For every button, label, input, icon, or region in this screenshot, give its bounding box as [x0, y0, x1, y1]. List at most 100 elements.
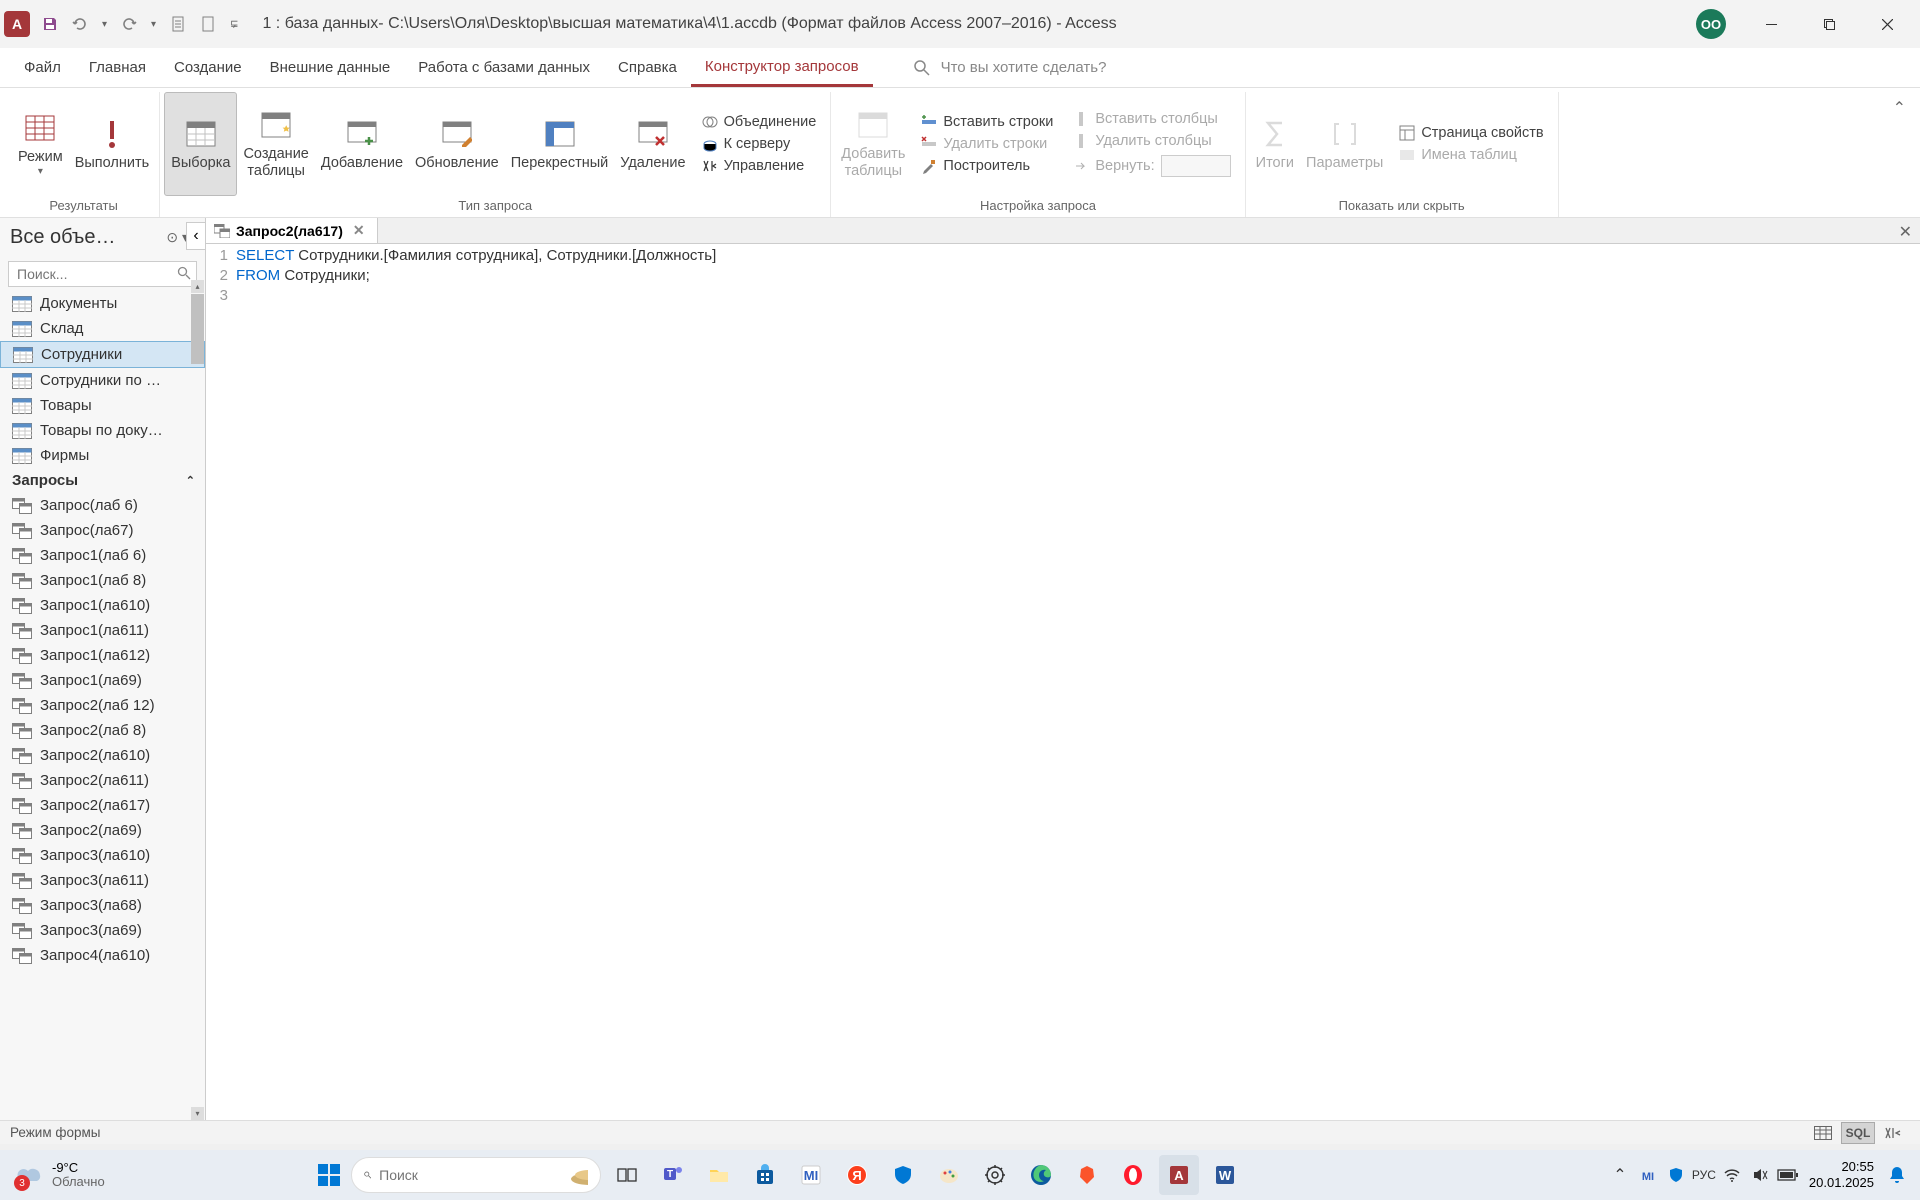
union-button[interactable]: Объединение [698, 112, 821, 132]
nav-query-item[interactable]: Запрос1(ла610) [0, 593, 205, 618]
sql-view-button[interactable]: SQL [1841, 1122, 1875, 1144]
append-button[interactable]: Добавление [315, 92, 409, 196]
nav-list[interactable]: ДокументыСкладСотрудникиСотрудники по …Т… [0, 291, 205, 1120]
language-indicator[interactable]: РУС [1691, 1159, 1717, 1191]
nav-query-item[interactable]: Запрос3(ла68) [0, 893, 205, 918]
nav-table-item[interactable]: Сотрудники по … [0, 368, 205, 393]
nav-query-item[interactable]: Запрос2(лаб 12) [0, 693, 205, 718]
tab-file[interactable]: Файл [10, 48, 75, 87]
volume-icon[interactable] [1747, 1159, 1773, 1191]
code-area[interactable]: SELECT Сотрудники.[Фамилия сотрудника], … [236, 246, 1920, 1120]
start-button[interactable] [313, 1159, 345, 1191]
design-view-button[interactable] [1876, 1122, 1910, 1144]
nav-query-item[interactable]: Запрос3(ла610) [0, 843, 205, 868]
nav-table-item[interactable]: Фирмы [0, 443, 205, 468]
nav-query-item[interactable]: Запрос1(ла69) [0, 668, 205, 693]
make-table-button[interactable]: Создание таблицы [237, 92, 314, 196]
app-icon-m[interactable]: MI [791, 1155, 831, 1195]
touch-mode-icon[interactable] [194, 10, 222, 38]
nav-query-item[interactable]: Запрос3(ла69) [0, 918, 205, 943]
nav-title[interactable]: Все объе… [10, 226, 116, 249]
redo-dropdown-icon[interactable]: ▾ [145, 19, 162, 30]
opera-icon[interactable] [1113, 1155, 1153, 1195]
taskbar-search[interactable] [351, 1157, 601, 1193]
security-icon[interactable] [883, 1155, 923, 1195]
collapse-ribbon-icon[interactable]: ⌃ [1887, 92, 1912, 124]
weather-widget[interactable]: 3 -9°С Облачно [8, 1161, 113, 1190]
edge-icon[interactable] [1021, 1155, 1061, 1195]
clock[interactable]: 20:55 20.01.2025 [1803, 1159, 1880, 1190]
maximize-button[interactable] [1800, 4, 1858, 44]
nav-table-item[interactable]: Склад [0, 316, 205, 341]
tab-dbtools[interactable]: Работа с базами данных [404, 48, 604, 87]
property-sheet-button[interactable]: Страница свойств [1395, 123, 1547, 143]
nav-query-item[interactable]: Запрос2(ла610) [0, 743, 205, 768]
insert-rows-button[interactable]: Вставить строки [917, 112, 1057, 132]
store-icon[interactable] [745, 1155, 785, 1195]
taskbar-search-input[interactable] [379, 1167, 560, 1183]
undo-dropdown-icon[interactable]: ▾ [96, 19, 113, 30]
nav-query-item[interactable]: Запрос2(ла611) [0, 768, 205, 793]
tab-query-design[interactable]: Конструктор запросов [691, 48, 873, 87]
yandex-icon[interactable]: Я [837, 1155, 877, 1195]
explorer-icon[interactable] [699, 1155, 739, 1195]
nav-table-item[interactable]: Товары [0, 393, 205, 418]
run-button[interactable]: Выполнить [69, 92, 155, 196]
data-def-button[interactable]: Управление [698, 156, 821, 176]
redo-icon[interactable] [115, 10, 143, 38]
nav-table-item[interactable]: Товары по доку… [0, 418, 205, 443]
tab-help[interactable]: Справка [604, 48, 691, 87]
nav-queries-header[interactable]: Запросы⌃ [0, 468, 205, 493]
nav-query-item[interactable]: Запрос2(ла69) [0, 818, 205, 843]
passthrough-button[interactable]: К серверу [698, 134, 821, 154]
nav-query-item[interactable]: Запрос2(ла617) [0, 793, 205, 818]
tray-shield-icon[interactable] [1663, 1159, 1689, 1191]
tell-me-search[interactable]: Что вы хотите сделать? [913, 48, 1107, 87]
nav-query-item[interactable]: Запрос1(лаб 6) [0, 543, 205, 568]
teams-icon[interactable]: T [653, 1155, 693, 1195]
battery-icon[interactable] [1775, 1159, 1801, 1191]
update-button[interactable]: Обновление [409, 92, 505, 196]
word-icon[interactable]: W [1205, 1155, 1245, 1195]
save-icon[interactable] [36, 10, 64, 38]
tab-close-icon[interactable]: ✕ [349, 222, 369, 239]
paint-icon[interactable] [929, 1155, 969, 1195]
select-query-button[interactable]: Выборка [164, 92, 237, 196]
tray-app-icon[interactable]: MI [1635, 1159, 1661, 1191]
task-view-icon[interactable] [607, 1155, 647, 1195]
nav-query-item[interactable]: Запрос2(лаб 8) [0, 718, 205, 743]
sql-editor[interactable]: 123 SELECT Сотрудники.[Фамилия сотрудник… [206, 244, 1920, 1120]
nav-query-item[interactable]: Запрос1(лаб 8) [0, 568, 205, 593]
search-icon[interactable] [177, 266, 191, 280]
close-all-tabs-icon[interactable]: ✕ [1891, 218, 1920, 243]
nav-query-item[interactable]: Запрос1(ла612) [0, 643, 205, 668]
crosstab-button[interactable]: Перекрестный [505, 92, 615, 196]
datasheet-view-button[interactable] [1806, 1122, 1840, 1144]
nav-table-item[interactable]: Документы [0, 291, 205, 316]
nav-query-item[interactable]: Запрос(ла67) [0, 518, 205, 543]
delete-button[interactable]: Удаление [614, 92, 691, 196]
nav-collapse-button[interactable]: ‹ [186, 222, 206, 250]
tab-create[interactable]: Создание [160, 48, 256, 87]
file-icon[interactable] [164, 10, 192, 38]
user-avatar[interactable]: ОО [1696, 9, 1726, 39]
qat-customize-icon[interactable]: ⋤ [224, 19, 244, 30]
brave-icon[interactable] [1067, 1155, 1107, 1195]
doc-tab[interactable]: Запрос2(ла617) ✕ [206, 218, 378, 243]
minimize-button[interactable] [1742, 4, 1800, 44]
tab-home[interactable]: Главная [75, 48, 160, 87]
nav-query-item[interactable]: Запрос4(ла610) [0, 943, 205, 968]
tab-external[interactable]: Внешние данные [256, 48, 405, 87]
nav-query-item[interactable]: Запрос3(ла611) [0, 868, 205, 893]
view-button[interactable]: Режим ▾ [12, 92, 69, 196]
access-taskbar-icon[interactable]: A [1159, 1155, 1199, 1195]
builder-button[interactable]: Построитель [917, 156, 1057, 176]
undo-icon[interactable] [66, 10, 94, 38]
scrollbar-thumb[interactable] [191, 294, 204, 364]
nav-query-item[interactable]: Запрос(лаб 6) [0, 493, 205, 518]
nav-table-item[interactable]: Сотрудники [0, 341, 205, 368]
scroll-down-arrow-icon[interactable]: ▾ [191, 1107, 204, 1120]
nav-query-item[interactable]: Запрос1(ла611) [0, 618, 205, 643]
wifi-icon[interactable] [1719, 1159, 1745, 1191]
nav-search-input[interactable] [8, 261, 197, 287]
